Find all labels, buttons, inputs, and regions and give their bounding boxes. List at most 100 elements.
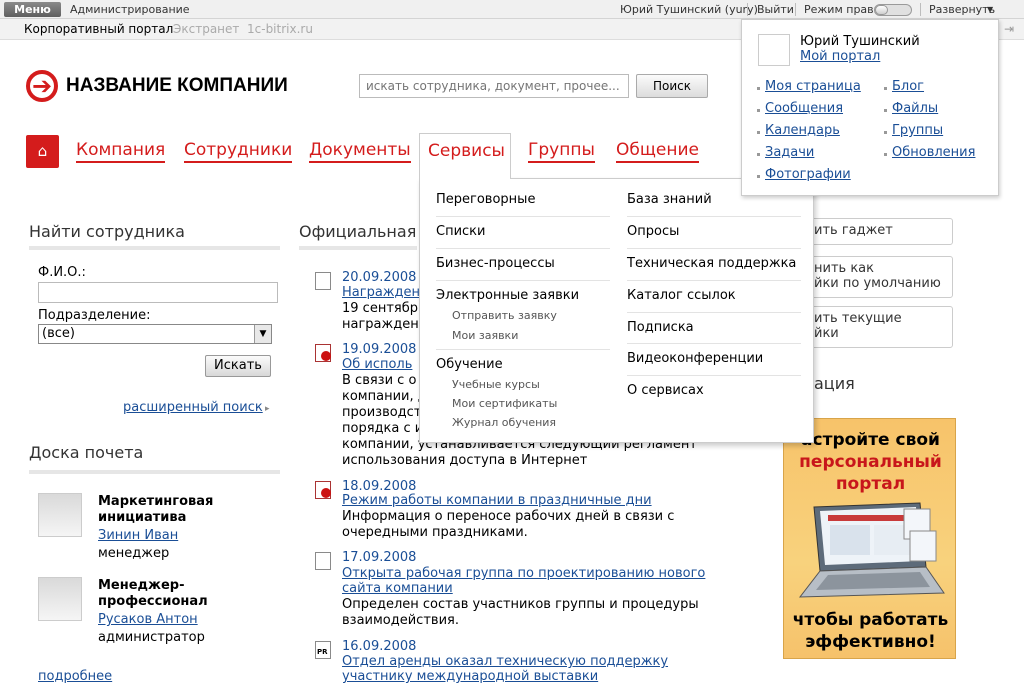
promo-banner[interactable]: астройте свой персональный портал чтобы …: [783, 418, 956, 659]
popup-link-messages[interactable]: Сообщения: [765, 101, 843, 116]
popup-link-groups[interactable]: Группы: [892, 123, 943, 138]
news-link[interactable]: Об исполь: [342, 357, 412, 373]
menu-item-links[interactable]: Каталог ссылок: [627, 288, 736, 303]
popup-link-my-page[interactable]: Моя страница: [765, 79, 861, 94]
document-icon: [315, 552, 331, 570]
section-underline: [299, 246, 417, 250]
news-date: 20.09.2008: [342, 270, 417, 285]
dropdown-arrow-icon[interactable]: ▼: [254, 325, 271, 343]
menu-subitem-my-requests[interactable]: Мои заявки: [452, 329, 518, 342]
employee-photo[interactable]: [38, 493, 82, 537]
toggle-knob: [875, 5, 888, 15]
separator: [920, 3, 921, 16]
nav-communication[interactable]: Общение: [616, 140, 699, 163]
nav-employees[interactable]: Сотрудники: [184, 140, 293, 163]
search-button[interactable]: Поиск: [636, 74, 708, 98]
tab-corporate-portal[interactable]: Корпоративный портал: [24, 22, 173, 36]
news-text: использования доступа в Интернет: [342, 453, 588, 468]
employee-name-link[interactable]: Русаков Антон: [98, 612, 198, 627]
company-name[interactable]: НАЗВАНИЕ КОМПАНИИ: [66, 75, 288, 97]
nav-services-label: Сервисы: [428, 141, 505, 161]
admin-link[interactable]: Администрирование: [70, 3, 190, 16]
reset-line2: йки: [814, 326, 839, 341]
nav-company[interactable]: Компания: [76, 140, 166, 163]
news-text: производст: [342, 405, 422, 420]
nav-services[interactable]: Сервисы: [419, 133, 511, 179]
popup-link-files[interactable]: Файлы: [892, 101, 938, 116]
banner-line: портал: [835, 474, 906, 494]
menu-item-polls[interactable]: Опросы: [627, 224, 679, 239]
menu-item-lists[interactable]: Списки: [436, 224, 485, 239]
employee-name-link[interactable]: Зинин Иван: [98, 528, 178, 543]
bullet: [884, 153, 887, 156]
menu-subitem-send-request[interactable]: Отправить заявку: [452, 309, 557, 322]
popup-link-blog[interactable]: Блог: [892, 79, 924, 94]
divider: [627, 312, 801, 313]
popup-link-tasks[interactable]: Задачи: [765, 145, 814, 160]
menu-item-learning[interactable]: Обучение: [436, 357, 503, 372]
logout-link[interactable]: Выйти: [757, 3, 794, 16]
divider: [627, 248, 801, 249]
news-link[interactable]: Награжден: [342, 285, 420, 301]
menu-button[interactable]: Меню: [4, 2, 61, 17]
alert-document-icon: [315, 481, 331, 499]
popup-link-updates[interactable]: Обновления: [892, 145, 975, 160]
advanced-search-link[interactable]: расширенный поиск: [123, 400, 263, 415]
news-link[interactable]: Открыта рабочая группа по проектированию…: [342, 566, 705, 582]
my-portal-link[interactable]: Мой портал: [800, 49, 880, 64]
tab-bitrix-site[interactable]: 1c-bitrix.ru: [247, 22, 313, 36]
fio-input[interactable]: [38, 282, 278, 303]
alert-document-icon: [315, 344, 331, 362]
tab-extranet[interactable]: Экстранет: [173, 22, 239, 36]
user-link[interactable]: Юрий Тушинский (yury): [620, 3, 758, 16]
menu-item-business-processes[interactable]: Бизнес-процессы: [436, 256, 555, 271]
find-button[interactable]: Искать: [205, 355, 271, 377]
menu-item-support[interactable]: Техническая поддержка: [627, 256, 796, 271]
menu-subitem-journal[interactable]: Журнал обучения: [452, 416, 556, 429]
menu-item-about[interactable]: О сервисах: [627, 383, 704, 398]
nav-groups[interactable]: Группы: [528, 140, 595, 163]
news-link[interactable]: сайта компании: [342, 581, 453, 597]
avatar: [758, 34, 790, 66]
divider: [436, 280, 610, 281]
arrow-right-icon: ➔: [31, 72, 53, 100]
news-text: Определен состав участников группы и про…: [342, 597, 699, 612]
bullet: [884, 109, 887, 112]
admin-toolbar: Меню Администрирование Юрий Тушинский (y…: [0, 0, 1024, 19]
menu-item-video[interactable]: Видеоконференции: [627, 351, 763, 366]
popup-link-calendar[interactable]: Календарь: [765, 123, 840, 138]
info-section-title: ация: [814, 374, 855, 393]
news-date: 18.09.2008: [342, 479, 417, 494]
more-link[interactable]: подробнее: [38, 669, 112, 684]
employee-role: администратор: [98, 630, 205, 645]
pr-label-glyph: PR: [317, 648, 328, 656]
bullet: [757, 175, 760, 178]
document-icon: [315, 272, 331, 290]
news-text: взаимодействия.: [342, 613, 459, 628]
pin-icon[interactable]: ⇥: [1004, 22, 1018, 36]
menu-item-subscription[interactable]: Подписка: [627, 320, 694, 335]
home-icon[interactable]: ⌂: [26, 135, 59, 168]
popup-link-photos[interactable]: Фотографии: [765, 167, 851, 182]
menu-subitem-certificates[interactable]: Мои сертификаты: [452, 397, 557, 410]
divider: [436, 216, 610, 217]
menu-subitem-courses[interactable]: Учебные курсы: [452, 378, 540, 391]
department-select[interactable]: (все): [38, 324, 272, 344]
employee-photo[interactable]: [38, 577, 82, 621]
section-underline: [29, 470, 280, 474]
banner-line: персональный: [799, 452, 942, 472]
news-date: 17.09.2008: [342, 550, 417, 565]
news-link[interactable]: участнику международной выставки: [342, 669, 598, 685]
menu-item-knowledge-base[interactable]: База знаний: [627, 192, 712, 207]
separator: [795, 3, 796, 16]
news-link[interactable]: Отдел аренды оказал техническую поддержк…: [342, 654, 668, 670]
news-title: Официальная: [299, 222, 417, 241]
expand-link[interactable]: Развернуть: [929, 3, 995, 16]
search-input[interactable]: [359, 74, 629, 98]
edit-mode-toggle[interactable]: [874, 4, 912, 16]
banner-line: эффективно!: [805, 632, 936, 652]
nav-documents[interactable]: Документы: [309, 140, 411, 163]
news-link[interactable]: Режим работы компании в праздничные дни: [342, 493, 652, 509]
menu-item-meeting-rooms[interactable]: Переговорные: [436, 192, 535, 207]
menu-item-requests[interactable]: Электронные заявки: [436, 288, 579, 303]
